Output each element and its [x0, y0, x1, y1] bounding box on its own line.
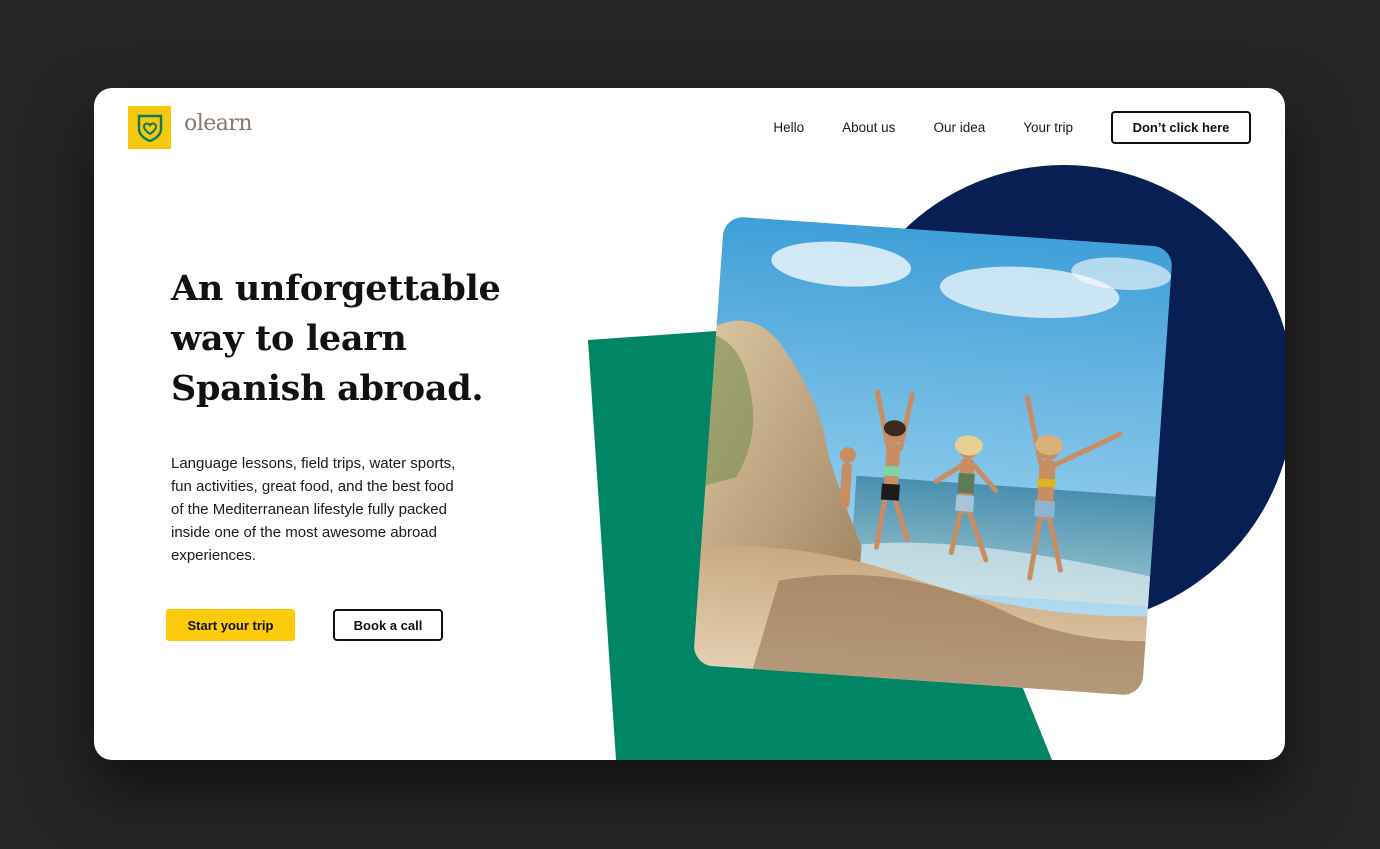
hero-photo: [692, 215, 1174, 697]
nav-link-hello[interactable]: Hello: [773, 120, 804, 135]
hero-headline-line-1: An unforgettable: [171, 268, 501, 309]
dont-click-here-button[interactable]: Don’t click here: [1111, 111, 1251, 144]
hero-description: Language lessons, field trips, water spo…: [171, 455, 456, 564]
friends-jumping-on-beach-photo: [692, 215, 1174, 697]
brand-name[interactable]: olearn: [184, 111, 253, 136]
main-nav: Hello About us Our idea Your trip Don’t …: [773, 111, 1251, 144]
hero-headline: An unforgettable way to learn Spanish ab…: [171, 264, 531, 414]
landing-page-card: olearn Hello About us Our idea Your trip…: [94, 88, 1285, 760]
hero-headline-line-2: way to learn: [171, 318, 407, 359]
nav-link-your-trip[interactable]: Your trip: [1023, 120, 1073, 135]
logo-icon[interactable]: [128, 106, 171, 149]
nav-link-about-us[interactable]: About us: [842, 120, 895, 135]
book-a-call-button[interactable]: Book a call: [333, 609, 443, 641]
nav-link-our-idea[interactable]: Our idea: [933, 120, 985, 135]
hero-headline-line-3: Spanish abroad.: [171, 368, 484, 409]
shield-heart-icon: [137, 114, 162, 142]
start-your-trip-button[interactable]: Start your trip: [166, 609, 295, 641]
